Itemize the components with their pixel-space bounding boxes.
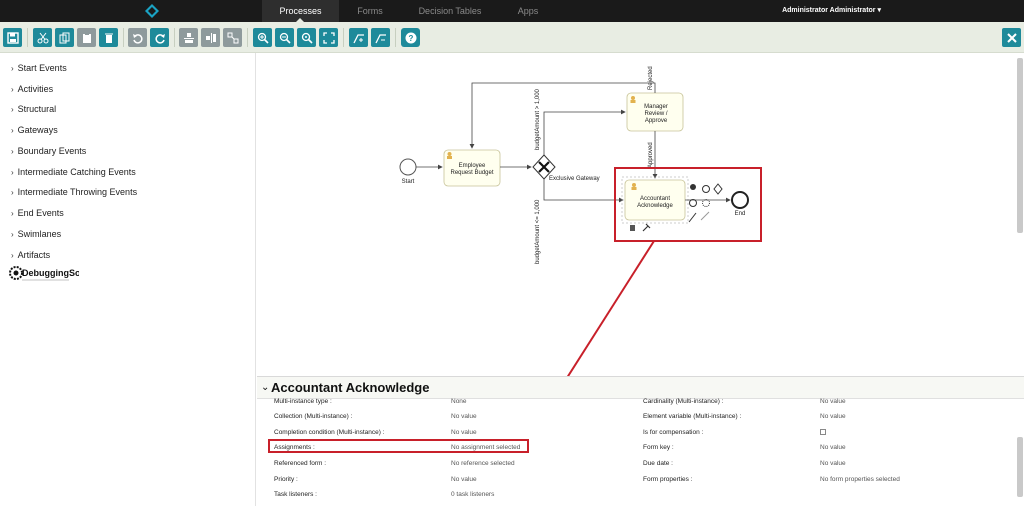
flow-approved-label: Approved: [648, 142, 654, 168]
svg-text:Accountant: Accountant: [640, 196, 670, 202]
prop-value-element-variable[interactable]: No value: [820, 413, 846, 420]
prop-label-multi-instance-type: Multi-instance type :: [274, 398, 332, 405]
wrench-icon[interactable]: [642, 223, 651, 232]
prop-label-completion-condition: Completion condition (Multi-instance) :: [274, 429, 385, 436]
user-task-quick-icon[interactable]: [690, 184, 696, 190]
chevron-down-icon[interactable]: ⌄: [261, 382, 269, 393]
task-manager-review-approve[interactable]: Manager Review / Approve: [626, 92, 684, 132]
prop-value-referenced-form[interactable]: No reference selected: [451, 460, 515, 467]
prop-value-form-properties[interactable]: No form properties selected: [820, 476, 900, 483]
user-task-icon: [632, 183, 636, 187]
prop-value-priority[interactable]: No value: [451, 476, 477, 483]
start-label: Start: [402, 179, 415, 185]
properties-scrollbar[interactable]: [1017, 437, 1023, 497]
association-quick-icon[interactable]: [700, 211, 710, 221]
svg-text:Manager: Manager: [644, 104, 668, 110]
flow-gt-1000[interactable]: [543, 109, 626, 155]
start-event[interactable]: [399, 158, 417, 176]
user-task-icon: [631, 96, 635, 100]
svg-text:Review /: Review /: [644, 111, 667, 117]
end-event-quick-icon[interactable]: [702, 185, 710, 193]
svg-text:Request Budget: Request Budget: [450, 170, 493, 176]
prop-label-referenced-form: Referenced form :: [274, 460, 327, 467]
gateway-quick-icon[interactable]: [713, 183, 723, 195]
properties-title: Accountant Acknowledge: [271, 380, 430, 395]
prop-value-form-key[interactable]: No value: [820, 444, 846, 451]
prop-label-form-key: Form key :: [643, 444, 674, 451]
catching-event-quick-icon[interactable]: [702, 199, 710, 207]
prop-label-priority: Priority :: [274, 476, 298, 483]
compensation-checkbox[interactable]: [820, 429, 826, 435]
user-task-icon: [447, 152, 452, 156]
prop-label-task-listeners: Task listeners :: [274, 491, 317, 498]
prop-value-multi-instance-type[interactable]: None: [451, 398, 467, 405]
prop-value-task-listeners[interactable]: 0 task listeners: [451, 491, 494, 498]
prop-value-cardinality[interactable]: No value: [820, 398, 846, 405]
svg-text:Acknowledge: Acknowledge: [637, 203, 673, 209]
connection-quick-icon[interactable]: [688, 212, 697, 223]
end-label: End: [735, 211, 746, 217]
flow-le-label: budgetAmount <= 1,000: [535, 199, 541, 264]
assignments-highlight: [268, 439, 529, 453]
properties-header[interactable]: ⌄ Accountant Acknowledge: [257, 377, 1024, 399]
svg-text:Approve: Approve: [645, 118, 668, 124]
prop-label-cardinality: Cardinality (Multi-instance) :: [643, 398, 724, 405]
prop-label-due-date: Due date :: [643, 460, 673, 467]
svg-text:Employee: Employee: [459, 163, 486, 169]
prop-value-due-date[interactable]: No value: [820, 460, 846, 467]
delete-shape-icon[interactable]: [630, 225, 635, 231]
task-accountant-acknowledge[interactable]: Accountant Acknowledge: [621, 176, 689, 224]
flow-gt-label: budgetAmount > 1,000: [535, 88, 541, 150]
flow-rejected-label: Rejected: [648, 66, 654, 90]
gateway-label: Exclusive Gateway: [549, 176, 600, 182]
prop-label-is-for-compensation: Is for compensation :: [643, 429, 704, 436]
prop-value-collection[interactable]: No value: [451, 413, 477, 420]
intermediate-event-quick-icon[interactable]: [689, 199, 697, 207]
prop-label-collection: Collection (Multi-instance) :: [274, 413, 353, 420]
flow-le-1000[interactable]: [543, 179, 624, 203]
prop-label-element-variable: Element variable (Multi-instance) :: [643, 413, 742, 420]
prop-label-form-properties: Form properties :: [643, 476, 693, 483]
prop-value-completion-condition[interactable]: No value: [451, 429, 477, 436]
end-event[interactable]: [731, 191, 749, 209]
task-employee-request-budget[interactable]: Employee Request Budget: [443, 149, 501, 187]
